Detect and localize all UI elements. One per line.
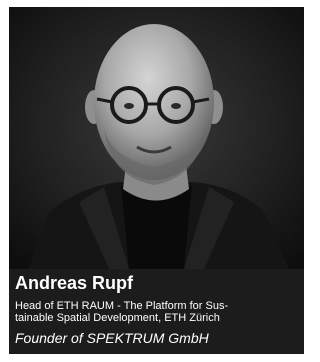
speaker-card: Andreas Rupf Head of ETH RAUM - The Plat… — [9, 7, 304, 354]
speaker-company: Founder of SPEKTRUM GmbH — [15, 330, 209, 346]
speaker-role-line: Head of ETH RAUM - The Platform for Sus- — [15, 300, 229, 312]
speaker-name: Andreas Rupf — [15, 273, 134, 293]
speaker-photo — [9, 7, 304, 269]
speaker-role: Head of ETH RAUM - The Platform for Sus-… — [15, 300, 301, 324]
speaker-role-line: tainable Spatial Development, ETH Zürich — [15, 312, 220, 324]
speaker-caption: Andreas Rupf Head of ETH RAUM - The Plat… — [9, 269, 304, 354]
